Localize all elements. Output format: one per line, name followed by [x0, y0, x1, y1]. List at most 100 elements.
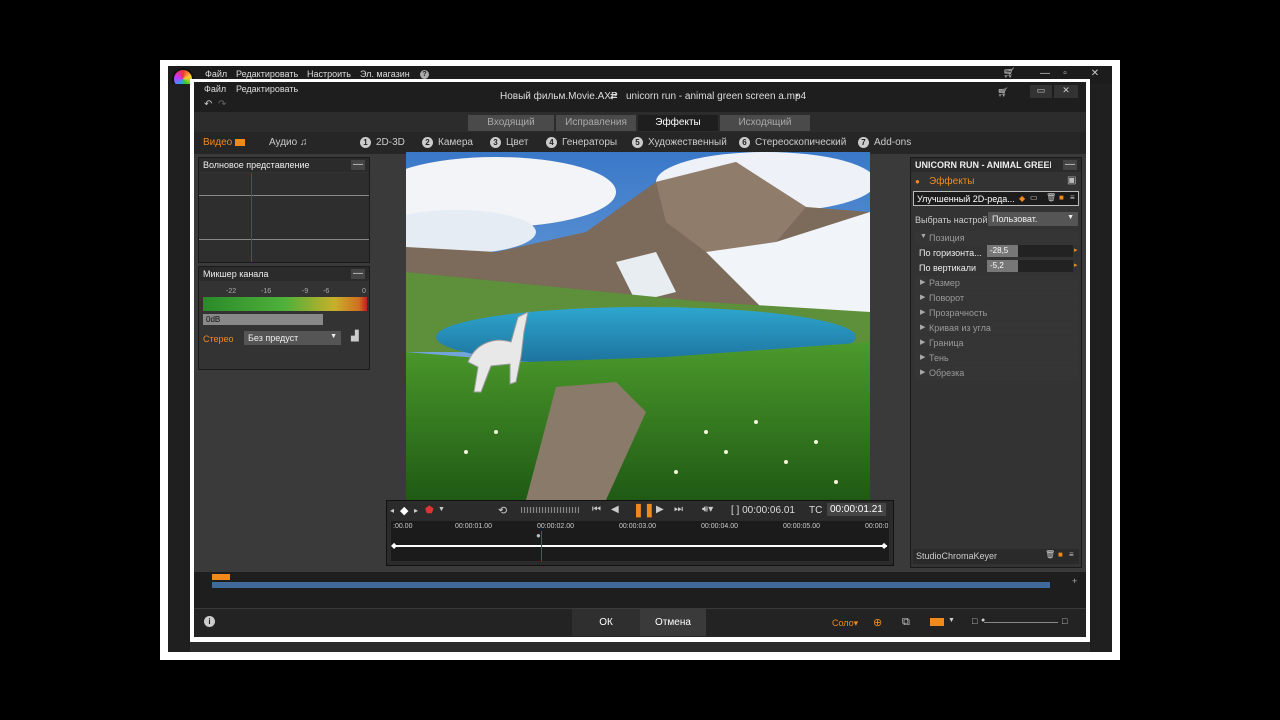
next-keyframe-icon[interactable]: ▸ — [414, 506, 418, 515]
zoom-slider[interactable] — [984, 622, 1058, 623]
zoom-handle-icon[interactable]: ● — [981, 617, 985, 624]
shadow-group[interactable]: ▶ Тень — [915, 351, 1079, 365]
mixer-settings-icon[interactable]: ▟ — [351, 331, 359, 342]
horizontal-slider[interactable]: -28,5 — [987, 245, 1073, 257]
volume-slider[interactable]: 0dB — [203, 314, 323, 325]
cart-icon[interactable]: 🛒︎ — [994, 87, 1012, 99]
category-number: 5 — [632, 137, 643, 148]
delete-effect-icon[interactable]: 🗑︎ — [1045, 550, 1055, 559]
transparency-group[interactable]: ▶ Прозрачность — [915, 306, 1079, 320]
tab-corrections[interactable]: Исправления — [556, 115, 636, 131]
tab-transition-in[interactable]: Входящий переход — [468, 115, 554, 144]
preset-select[interactable]: Без предуст ▼ — [244, 331, 341, 345]
undo-icon[interactable]: ↶ — [204, 99, 212, 110]
mixer-minimize-button[interactable]: — — [351, 269, 365, 279]
effect-view-icon[interactable]: ▭ — [1030, 193, 1038, 202]
category-2d-3d[interactable]: 1 2D-3D — [360, 137, 405, 148]
marker-icon[interactable]: ⬟ — [425, 505, 434, 516]
video-tab[interactable]: Видео — [203, 137, 245, 148]
timecode-display[interactable]: 00:00:01.21 — [827, 503, 886, 516]
volume-icon[interactable]: 🔊︎▾ — [702, 504, 713, 515]
effect-toggle-icon[interactable]: ■ — [1059, 193, 1064, 202]
outer-help-icon[interactable]: ? — [420, 70, 429, 79]
save-icon[interactable]: ▣ — [1067, 175, 1076, 186]
category-addons[interactable]: 7 Add-ons — [858, 137, 911, 148]
go-to-end-icon[interactable]: ⏭︎ — [674, 504, 683, 515]
maximize-icon[interactable]: ▭ — [1030, 85, 1052, 98]
border-group[interactable]: ▶ Граница — [915, 336, 1079, 350]
monitor-icon[interactable] — [930, 618, 944, 626]
outer-menu-store[interactable]: Эл. магазин — [360, 69, 410, 79]
delete-effect-icon[interactable]: 🗑︎ — [1046, 193, 1056, 202]
video-preview[interactable] — [406, 152, 870, 500]
outer-menu-setup[interactable]: Настроить — [307, 69, 351, 79]
keyframe-diamond-icon[interactable]: ◆ — [1019, 194, 1025, 203]
keyframe-icon[interactable]: ◆ — [400, 504, 408, 517]
waveform-minimize-button[interactable]: — — [351, 160, 365, 170]
meter-scale-label: -22 — [226, 288, 237, 295]
ok-button[interactable]: ОК — [572, 609, 640, 636]
crop-group[interactable]: ▶ Обрезка — [915, 366, 1079, 380]
music-note-icon: ♫ — [300, 137, 308, 148]
in-point-icon[interactable]: ◆ — [391, 541, 397, 550]
audio-tab[interactable]: Аудио ♫ — [269, 137, 308, 148]
external-preview-icon[interactable]: ⧉ — [902, 616, 910, 629]
category-number: 3 — [490, 137, 501, 148]
clip-timeline[interactable]: + — [194, 572, 1086, 608]
dialog-menu-file[interactable]: Файл — [204, 84, 226, 94]
outer-menu-file[interactable]: Файл — [205, 69, 227, 79]
horizontal-keyframe-icon[interactable]: ▸ — [1074, 246, 1078, 254]
drag-handle-icon[interactable]: ≡ — [1069, 550, 1074, 559]
mini-timeline[interactable]: :00.00 00:00:01.00 00:00:02.00 00:00:03.… — [391, 521, 889, 561]
clip-marker[interactable] — [212, 574, 230, 580]
rotation-group[interactable]: ▶ Поворот — [915, 291, 1079, 305]
target-icon[interactable]: ⊕ — [873, 616, 882, 629]
zoom-out-icon[interactable]: □ — [972, 616, 977, 626]
clip-title: unicorn run - animal green screen a.mp4 — [626, 91, 807, 102]
timeline-playhead[interactable] — [541, 531, 542, 561]
project-title: Новый фильм.Movie.AXP — [500, 91, 618, 102]
chevron-down-icon[interactable]: ▼ — [948, 617, 955, 624]
go-to-start-icon[interactable]: ⏮︎ — [592, 504, 601, 515]
close-icon[interactable]: ✕ — [1054, 85, 1078, 98]
position-group[interactable]: ▼ Позиция — [915, 231, 1079, 245]
zoom-in-icon[interactable]: □ — [1062, 616, 1067, 626]
cancel-button[interactable]: Отмена — [640, 609, 706, 636]
out-point-icon[interactable]: ◆ — [881, 541, 887, 550]
vertical-keyframe-icon[interactable]: ▸ — [1074, 261, 1078, 269]
category-stereoscopic[interactable]: 6 Стереоскопический — [739, 137, 846, 148]
tab-transition-out[interactable]: Исходящий переход — [720, 115, 810, 144]
effects-dialog: Файл Редактировать ↶ ↷ Новый фильм.Movie… — [194, 82, 1086, 637]
effect-toggle-icon[interactable]: ■ — [1058, 550, 1063, 559]
corner-curve-group[interactable]: ▶ Кривая из угла — [915, 321, 1079, 335]
jog-shuttle[interactable] — [521, 507, 579, 513]
prev-keyframe-icon[interactable]: ◂ — [390, 506, 394, 515]
dialog-menu-edit[interactable]: Редактировать — [236, 84, 298, 94]
settings-minimize-button[interactable]: — — [1063, 160, 1077, 170]
clip-bar[interactable] — [212, 582, 1050, 588]
playhead-handle-icon[interactable]: ● — [536, 531, 541, 540]
effect-item[interactable]: Улучшенный 2D-реда... ◆ ▭ 🗑︎ ■ ≡ — [913, 191, 1079, 206]
step-forward-icon[interactable]: ▶ — [656, 504, 664, 515]
category-camera[interactable]: 2 Камера — [422, 137, 473, 148]
redo-icon[interactable]: ↷ — [218, 99, 226, 110]
tab-effects[interactable]: Эффекты — [638, 115, 718, 131]
category-generators[interactable]: 4 Генераторы — [546, 137, 617, 148]
chroma-keyer-item[interactable]: StudioChromaKeyer 🗑︎ ■ ≡ — [913, 549, 1079, 564]
preset-select-label: Выбрать настрой — [915, 215, 988, 225]
effect-preset-select[interactable]: Пользоват. ▼ — [988, 212, 1078, 226]
marker-menu-icon[interactable]: ▼ — [438, 506, 445, 513]
size-group[interactable]: ▶ Размер — [915, 276, 1079, 290]
add-icon[interactable]: + — [1072, 576, 1077, 586]
pause-icon[interactable]: ❚❚ — [633, 502, 655, 518]
group-label: Граница — [929, 338, 964, 348]
category-color[interactable]: 3 Цвет — [490, 137, 528, 148]
vertical-slider[interactable]: -5,2 — [987, 260, 1073, 272]
outer-menu-edit[interactable]: Редактировать — [236, 69, 298, 79]
category-artistic[interactable]: 5 Художественный — [632, 137, 727, 148]
info-icon[interactable]: i — [204, 616, 215, 627]
loop-icon[interactable]: ⟲ — [498, 504, 507, 517]
step-back-icon[interactable]: ◀ — [611, 504, 619, 515]
drag-handle-icon[interactable]: ≡ — [1070, 193, 1075, 202]
solo-button[interactable]: Соло▾ — [832, 618, 858, 629]
